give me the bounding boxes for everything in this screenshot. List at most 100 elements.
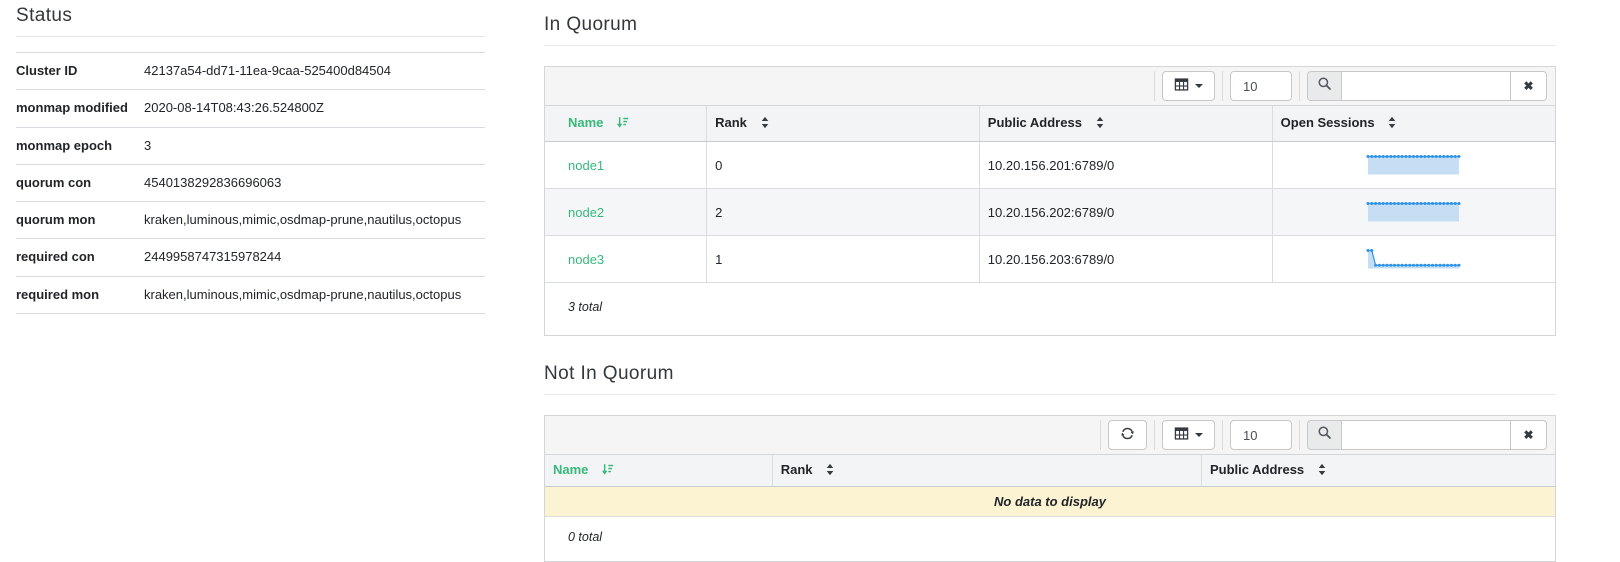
page-size-input[interactable] (1230, 71, 1292, 101)
column-header-label: Name (568, 115, 603, 130)
open-sessions-sparkline (1366, 201, 1461, 223)
status-row: quorum mon kraken,luminous,mimic,osdmap-… (16, 202, 485, 239)
column-header-label: Public Address (988, 115, 1082, 130)
public-address-cell: 10.20.156.202:6789/0 (979, 189, 1272, 236)
not-in-quorum-table: Name (545, 454, 1555, 517)
rank-cell: 2 (707, 189, 980, 236)
table-row: node1 0 10.20.156.201:6789/0 (545, 142, 1555, 189)
not-in-quorum-header-row: Name (545, 455, 1555, 487)
status-value: 3 (144, 127, 485, 164)
column-header-label: Open Sessions (1281, 115, 1375, 130)
status-table: Cluster ID 42137a54-dd71-11ea-9caa-52540… (16, 53, 485, 314)
status-label: monmap epoch (16, 127, 144, 164)
column-header-open-sessions[interactable]: Open Sessions (1272, 106, 1555, 142)
toolbar-divider (1222, 71, 1223, 101)
toolbar-divider (1299, 420, 1300, 450)
open-sessions-sparkline (1366, 248, 1461, 270)
status-value: 2020-08-14T08:43:26.524800Z (144, 90, 485, 127)
sort-icon (825, 464, 835, 479)
status-label: Cluster ID (16, 53, 144, 90)
table-total-count: 3 total (545, 283, 1555, 335)
status-row: monmap epoch 3 (16, 127, 485, 164)
status-title: Status (16, 5, 485, 37)
rank-cell: 0 (707, 142, 980, 189)
in-quorum-table: Name (545, 105, 1555, 283)
search-icon (1317, 76, 1332, 96)
table-row: node3 1 10.20.156.203:6789/0 (545, 236, 1555, 283)
status-value: kraken,luminous,mimic,osdmap-prune,nauti… (144, 202, 485, 239)
not-in-quorum-title: Not In Quorum (544, 363, 1556, 395)
column-picker-button[interactable] (1162, 420, 1215, 450)
monitor-link[interactable]: node3 (568, 252, 604, 267)
table-icon (1174, 426, 1189, 444)
column-picker-button[interactable] (1162, 71, 1215, 101)
sort-icon (760, 117, 770, 132)
status-value: 2449958747315978244 (144, 239, 485, 276)
toolbar-divider (1299, 71, 1300, 101)
public-address-cell: 10.20.156.201:6789/0 (979, 142, 1272, 189)
status-row: required mon kraken,luminous,mimic,osdma… (16, 276, 485, 313)
column-header-label: Rank (781, 462, 813, 477)
table-total-count: 0 total (545, 517, 1555, 561)
column-header-public-address[interactable]: Public Address (979, 106, 1272, 142)
monitors-page: Status Cluster ID 42137a54-dd71-11ea-9ca… (0, 0, 1620, 555)
clear-search-button[interactable]: ✖ (1511, 420, 1547, 450)
status-row: monmap modified 2020-08-14T08:43:26.5248… (16, 90, 485, 127)
sort-icon (1317, 464, 1327, 479)
column-header-label: Rank (715, 115, 747, 130)
status-value: 42137a54-dd71-11ea-9caa-525400d84504 (144, 53, 485, 90)
monitor-link[interactable]: node1 (568, 158, 604, 173)
column-header-name[interactable]: Name (545, 106, 707, 142)
not-in-quorum-toolbar: ✖ (545, 416, 1555, 454)
caret-down-icon (1195, 433, 1203, 437)
status-value: 4540138292836696063 (144, 164, 485, 201)
open-sessions-cell (1272, 189, 1555, 236)
sort-amount-down-icon (616, 117, 629, 132)
column-header-rank[interactable]: Rank (707, 106, 980, 142)
table-icon (1174, 77, 1189, 95)
column-header-name[interactable]: Name (545, 455, 772, 487)
open-sessions-cell (1272, 236, 1555, 283)
search-input[interactable] (1341, 420, 1511, 450)
status-row: required con 2449958747315978244 (16, 239, 485, 276)
status-label: required con (16, 239, 144, 276)
toolbar-divider (1154, 71, 1155, 101)
sort-amount-down-icon (601, 464, 614, 479)
monitor-name-cell: node1 (545, 142, 707, 189)
search-icon (1317, 425, 1332, 445)
search-group: ✖ (1307, 420, 1547, 450)
not-in-quorum-section: Not In Quorum (544, 363, 1556, 562)
toolbar-divider (1222, 420, 1223, 450)
search-icon-addon (1307, 71, 1341, 101)
column-header-rank[interactable]: Rank (772, 455, 1201, 487)
toolbar-divider (1154, 420, 1155, 450)
monitor-name-cell: node3 (545, 236, 707, 283)
status-label: quorum con (16, 164, 144, 201)
status-label: quorum mon (16, 202, 144, 239)
refresh-button[interactable] (1108, 420, 1147, 450)
sort-icon (1387, 117, 1397, 132)
quorum-column: In Quorum (544, 14, 1556, 562)
toolbar-divider (1100, 420, 1101, 450)
public-address-cell: 10.20.156.203:6789/0 (979, 236, 1272, 283)
table-row: node2 2 10.20.156.202:6789/0 (545, 189, 1555, 236)
clear-icon: ✖ (1523, 428, 1533, 442)
clear-search-button[interactable]: ✖ (1511, 71, 1547, 101)
no-data-message: No data to display (545, 487, 1555, 517)
monitor-link[interactable]: node2 (568, 205, 604, 220)
column-header-public-address[interactable]: Public Address (1202, 455, 1556, 487)
search-input[interactable] (1341, 71, 1511, 101)
status-row: quorum con 4540138292836696063 (16, 164, 485, 201)
page-size-input[interactable] (1230, 420, 1292, 450)
status-label: monmap modified (16, 90, 144, 127)
open-sessions-sparkline (1366, 154, 1461, 176)
search-group: ✖ (1307, 71, 1547, 101)
status-panel: Status Cluster ID 42137a54-dd71-11ea-9ca… (16, 5, 485, 314)
status-table-header-spacer (16, 37, 485, 53)
column-header-label: Name (553, 462, 588, 477)
clear-icon: ✖ (1523, 79, 1533, 93)
column-header-label: Public Address (1210, 462, 1304, 477)
monitor-name-cell: node2 (545, 189, 707, 236)
in-quorum-section: In Quorum (544, 14, 1556, 336)
status-value: kraken,luminous,mimic,osdmap-prune,nauti… (144, 276, 485, 313)
